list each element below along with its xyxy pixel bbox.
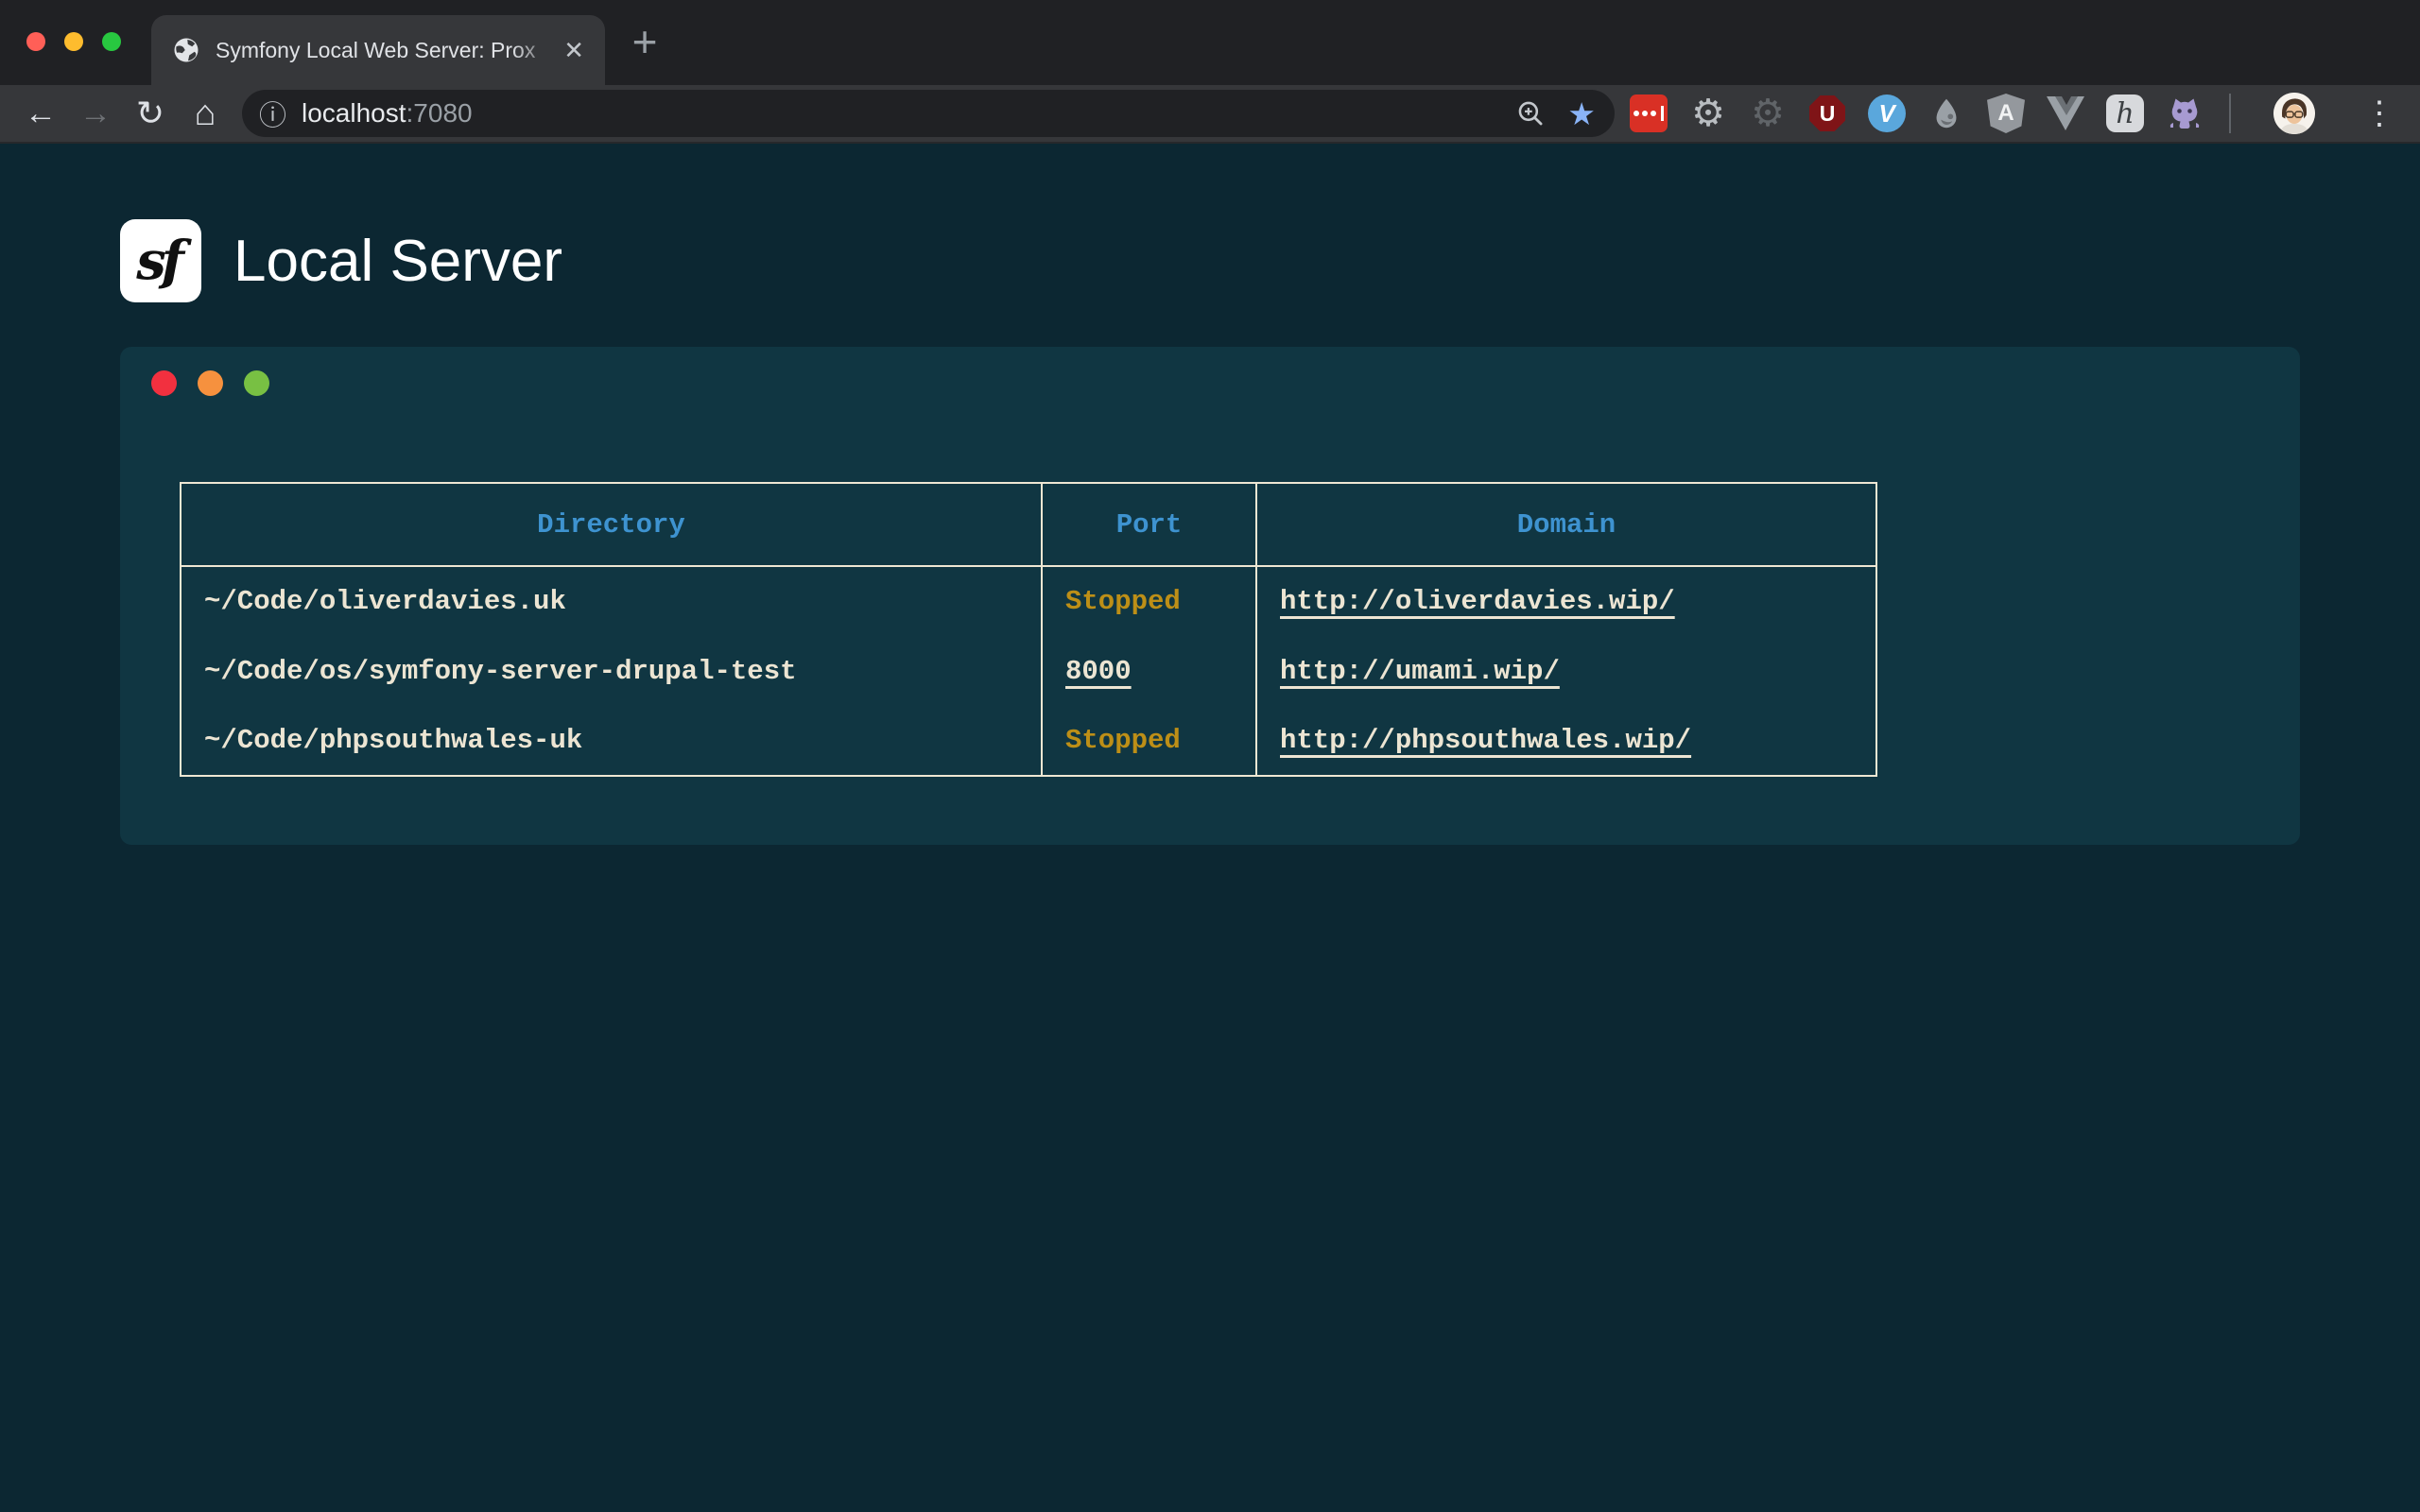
header-port: Port xyxy=(1042,483,1256,566)
domain-link[interactable]: http://oliverdavies.wip/ xyxy=(1280,586,1675,617)
page-content: sf Local Server Directory Port Domain ~/… xyxy=(0,144,2420,1512)
github-octocat-extension-icon[interactable] xyxy=(2166,94,2204,132)
status-badge: Stopped xyxy=(1065,586,1181,617)
angular-extension-icon[interactable]: A xyxy=(1987,94,2025,132)
globe-favicon-icon xyxy=(172,36,200,64)
url-text[interactable]: localhost:7080 xyxy=(302,98,473,129)
tab-strip: Symfony Local Web Server: Prox ✕ + xyxy=(0,0,2420,85)
ublock-origin-extension-icon[interactable]: U xyxy=(1808,94,1846,132)
domain-link[interactable]: http://phpsouthwales.wip/ xyxy=(1280,725,1691,756)
url-port: :7080 xyxy=(406,98,473,128)
panel-green-dot xyxy=(244,370,269,396)
table-row: ~/Code/phpsouthwales-uk Stopped http://p… xyxy=(181,706,1876,776)
table-row: ~/Code/oliverdavies.uk Stopped http://ol… xyxy=(181,566,1876,636)
status-badge: Stopped xyxy=(1065,725,1181,756)
forward-icon[interactable]: → xyxy=(68,88,123,139)
header-directory: Directory xyxy=(181,483,1042,566)
bookmark-star-icon[interactable]: ★ xyxy=(1567,95,1596,132)
domain-link[interactable]: http://umami.wip/ xyxy=(1280,656,1560,687)
address-bar[interactable]: ⓘ localhost:7080 ★ xyxy=(242,90,1615,137)
honey-extension-icon[interactable]: h xyxy=(2106,94,2144,132)
servers-table: Directory Port Domain ~/Code/oliverdavie… xyxy=(180,482,1877,777)
header-domain: Domain xyxy=(1256,483,1876,566)
tab-close-icon[interactable]: ✕ xyxy=(560,34,588,66)
gear-extension-icon[interactable]: ⚙ xyxy=(1689,94,1727,132)
domain-cell: http://oliverdavies.wip/ xyxy=(1256,566,1876,636)
window-minimize-button[interactable] xyxy=(64,32,83,51)
extensions-bar: ⚙ ⚙ U V A h xyxy=(1630,93,2403,134)
port-cell: Stopped xyxy=(1042,706,1256,776)
window-close-button[interactable] xyxy=(26,32,45,51)
browser-tab[interactable]: Symfony Local Web Server: Prox ✕ xyxy=(151,15,605,85)
directory-cell: ~/Code/os/symfony-server-drupal-test xyxy=(181,636,1042,706)
vimium-extension-icon[interactable]: V xyxy=(1868,94,1906,132)
lastpass-extension-icon[interactable] xyxy=(1630,94,1668,132)
directory-cell: ~/Code/oliverdavies.uk xyxy=(181,566,1042,636)
drupal-extension-icon[interactable] xyxy=(1927,94,1965,132)
page-title: Local Server xyxy=(233,228,562,295)
panel-orange-dot xyxy=(198,370,223,396)
brand-header: sf Local Server xyxy=(120,219,562,302)
url-host: localhost xyxy=(302,98,406,128)
panel-red-dot xyxy=(151,370,177,396)
table-header-row: Directory Port Domain xyxy=(181,483,1876,566)
domain-cell: http://umami.wip/ xyxy=(1256,636,1876,706)
new-tab-button[interactable]: + xyxy=(620,17,669,66)
directory-cell: ~/Code/phpsouthwales-uk xyxy=(181,706,1042,776)
profile-avatar[interactable] xyxy=(2273,93,2315,134)
vue-devtools-extension-icon[interactable] xyxy=(2047,94,2084,132)
window-controls xyxy=(26,32,121,51)
domain-cell: http://phpsouthwales.wip/ xyxy=(1256,706,1876,776)
port-link[interactable]: 8000 xyxy=(1065,656,1132,687)
back-icon[interactable]: ← xyxy=(13,88,68,139)
toolbar-separator xyxy=(2229,94,2231,133)
port-cell: Stopped xyxy=(1042,566,1256,636)
table-row: ~/Code/os/symfony-server-drupal-test 800… xyxy=(181,636,1876,706)
home-icon[interactable]: ⌂ xyxy=(178,88,233,139)
server-panel: Directory Port Domain ~/Code/oliverdavie… xyxy=(120,347,2300,845)
panel-window-dots xyxy=(151,370,269,396)
browser-menu-icon[interactable]: ⋮ xyxy=(2356,94,2403,132)
port-cell: 8000 xyxy=(1042,636,1256,706)
gear-disabled-extension-icon[interactable]: ⚙ xyxy=(1749,94,1787,132)
browser-toolbar: ← → ↻ ⌂ ⓘ localhost:7080 ★ ⚙ ⚙ U V xyxy=(0,85,2420,144)
page-info-icon[interactable]: ⓘ xyxy=(259,94,286,133)
symfony-logo-glyph: sf xyxy=(136,230,185,292)
zoom-level-icon[interactable] xyxy=(1514,97,1547,129)
symfony-logo: sf xyxy=(120,219,201,302)
tab-title: Symfony Local Web Server: Prox xyxy=(216,38,560,63)
window-zoom-button[interactable] xyxy=(102,32,121,51)
reload-icon[interactable]: ↻ xyxy=(123,88,178,139)
